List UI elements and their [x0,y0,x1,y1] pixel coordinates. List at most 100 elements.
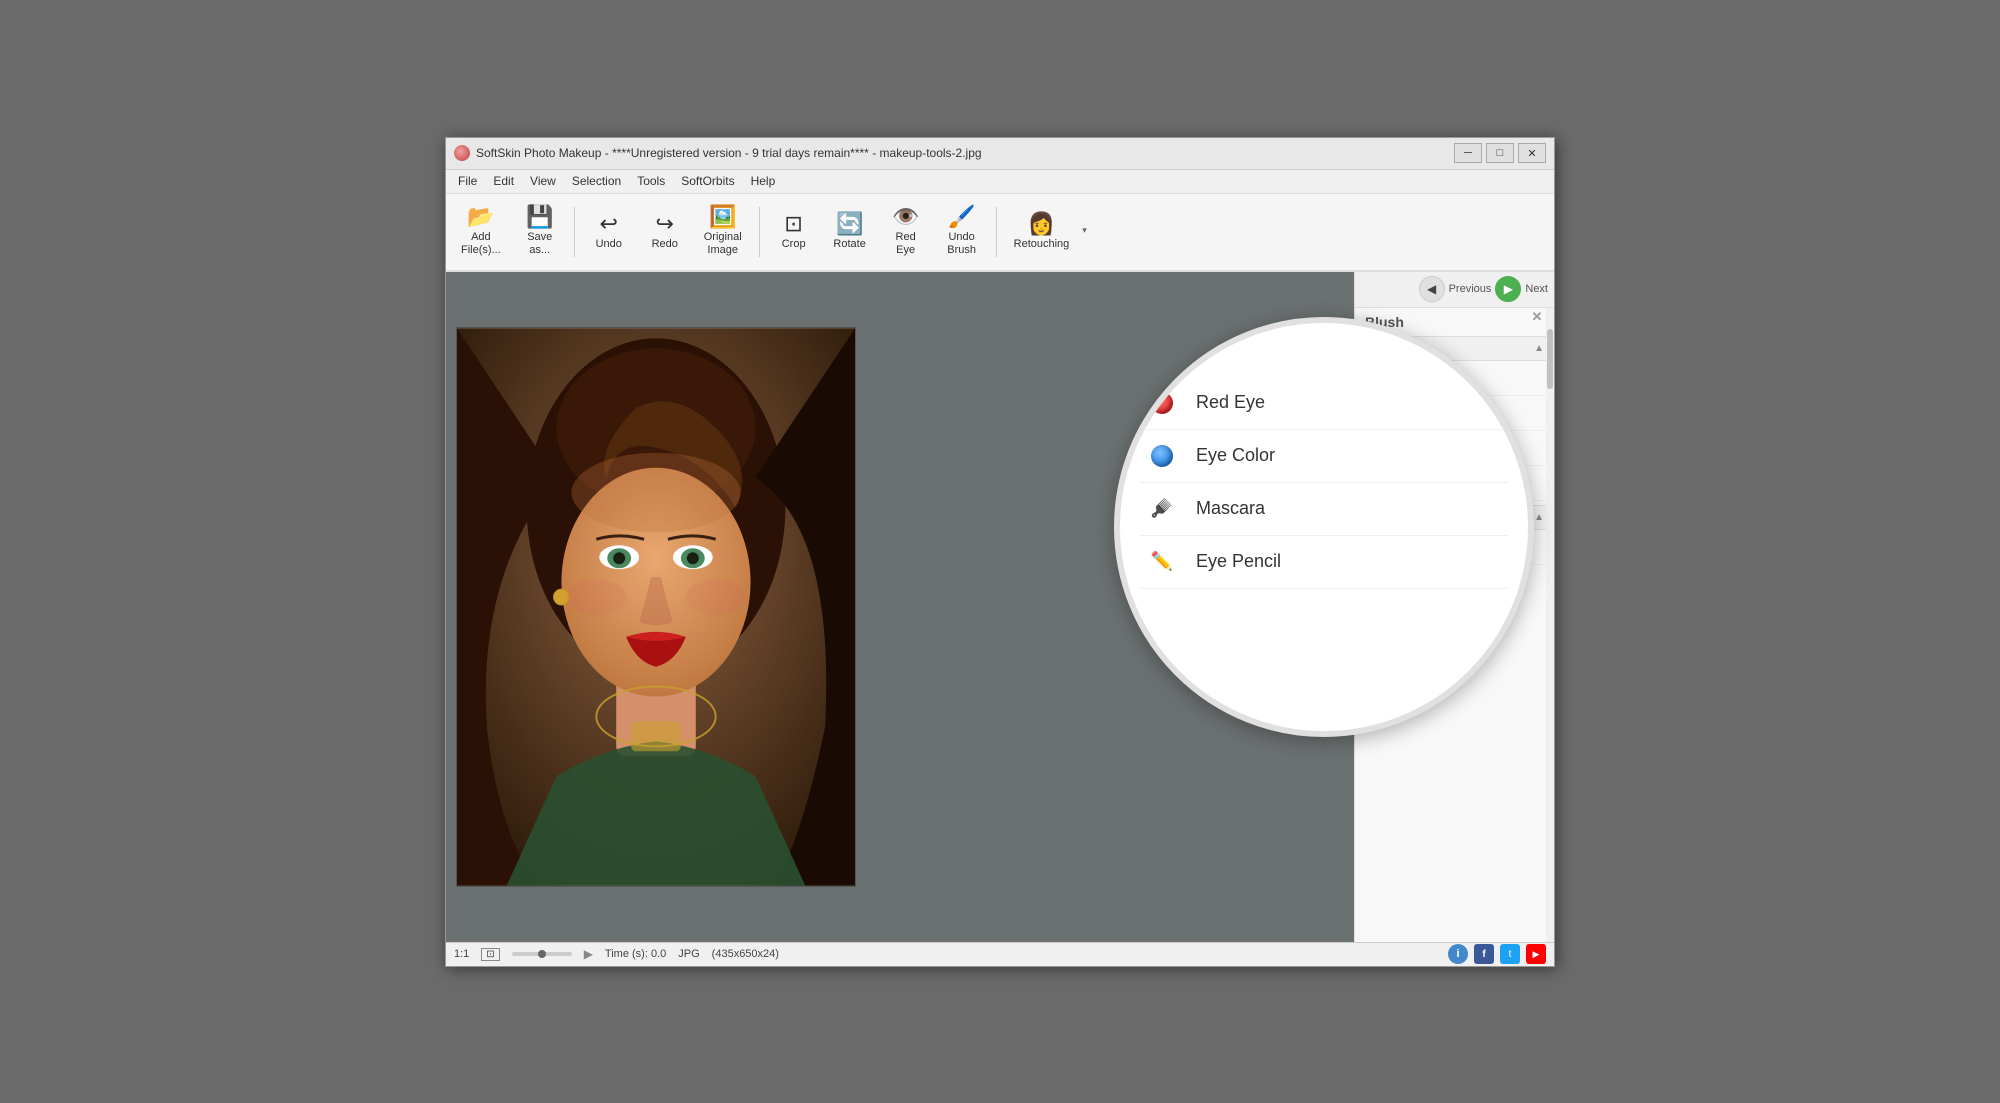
main-window: SoftSkin Photo Makeup - ****Unregistered… [445,137,1555,967]
blue-dot-icon [1151,445,1173,467]
toolbar-separator-2 [759,207,760,257]
add-files-button[interactable]: 📂 AddFile(s)... [452,199,510,265]
previous-button[interactable]: ◀ [1419,276,1445,302]
save-as-button[interactable]: 💾 Saveas... [514,199,566,265]
undo-label: Undo [596,238,622,250]
zoom-arrow-right[interactable]: ▶ [584,947,593,961]
facebook-icon-button[interactable]: f [1474,944,1494,964]
crop-icon: ⊡ [784,213,802,235]
file-format: JPG [678,948,699,960]
save-as-icon: 💾 [526,206,553,228]
retouching-button[interactable]: 👩 Retouching [1005,199,1079,265]
add-files-label: AddFile(s)... [461,231,501,257]
dimensions: (435x650x24) [712,948,779,960]
original-image-label: OriginalImage [704,231,742,257]
menu-help[interactable]: Help [743,172,784,190]
title-bar: SoftSkin Photo Makeup - ****Unregistered… [446,138,1554,170]
magnify-item-mascara[interactable]: 🪮 Mascara [1140,483,1354,536]
pencil-icon: ✏️ [1151,551,1173,572]
time-label: Time (s): 0.0 [605,948,666,960]
status-icons: i f t ▶ [1448,944,1546,964]
magnify-content: ▲ Eyes Red Eye Eye Color [1120,323,1354,731]
status-bar: 1:1 ⊡ ▶ Time (s): 0.0 JPG (435x650x24) i… [446,942,1554,966]
magnify-item-red-eye[interactable]: Red Eye [1140,377,1354,430]
app-icon [454,145,470,161]
youtube-icon-button[interactable]: ▶ [1526,944,1546,964]
photo-container [456,327,856,887]
status-zoom: 1:1 [454,948,469,960]
red-eye-icon: 👁️ [892,206,919,228]
previous-label: Previous [1449,283,1492,295]
minimize-button[interactable]: ─ [1454,143,1482,163]
main-content: ▲ Eyes Red Eye Eye Color [446,272,1554,942]
zoom-track[interactable] [512,952,572,956]
magnify-red-eye-icon [1146,387,1178,419]
panel-nav: ◀ Previous ▶ Next [1355,272,1554,308]
mascara-icon: 🪮 [1151,498,1173,519]
rotate-icon: 🔄 [836,213,863,235]
magnify-red-eye-label: Red Eye [1196,392,1265,413]
magnify-item-eye-pencil[interactable]: ✏️ Eye Pencil [1140,536,1354,589]
close-panel-button[interactable]: ✕ [1528,308,1546,326]
undo-brush-button[interactable]: 🖌️ UndoBrush [936,199,988,265]
panel-scrollbar[interactable] [1546,308,1554,942]
retouching-label: Retouching [1014,238,1070,250]
crop-label: Crop [782,238,806,250]
rotate-label: Rotate [833,238,865,250]
title-bar-left: SoftSkin Photo Makeup - ****Unregistered… [454,145,982,161]
zoom-level: 1:1 [454,948,469,960]
fit-view-button[interactable]: ⊡ [481,948,499,961]
magnify-eye-color-icon [1146,440,1178,472]
toolbar-separator-3 [996,207,997,257]
rotate-button[interactable]: 🔄 Rotate [824,199,876,265]
original-image-icon: 🖼️ [709,206,736,228]
save-as-label: Saveas... [527,231,552,257]
magnify-eye-color-label: Eye Color [1196,445,1275,466]
window-title: SoftSkin Photo Makeup - ****Unregistered… [476,146,982,160]
redo-button[interactable]: ↪ Redo [639,199,691,265]
menu-bar: File Edit View Selection Tools SoftOrbit… [446,170,1554,194]
magnify-overlay: ▲ Eyes Red Eye Eye Color [1114,317,1354,737]
magnify-eye-pencil-icon: ✏️ [1146,546,1178,578]
menu-softorbits[interactable]: SoftOrbits [673,172,742,190]
magnify-item-eye-color[interactable]: Eye Color [1140,430,1354,483]
undo-icon: ↩ [600,213,618,235]
magnify-mascara-label: Mascara [1196,498,1265,519]
red-eye-button[interactable]: 👁️ RedEye [880,199,932,265]
eyes-section-arrow: ▲ [1534,343,1544,354]
toolbar-separator-1 [574,207,575,257]
original-image-button[interactable]: 🖼️ OriginalImage [695,199,751,265]
undo-brush-icon: 🖌️ [948,206,975,228]
retouching-icon: 👩 [1028,213,1055,235]
undo-brush-label: UndoBrush [947,231,976,257]
retouching-dropdown-arrow[interactable]: ▾ [1082,225,1087,236]
red-eye-label: RedEye [896,231,916,257]
info-icon-button[interactable]: i [1448,944,1468,964]
twitter-icon-button[interactable]: t [1500,944,1520,964]
menu-file[interactable]: File [450,172,485,190]
red-dot-icon [1151,392,1173,414]
zoom-thumb[interactable] [538,950,546,958]
redo-icon: ↪ [656,213,674,235]
photo-image [457,328,855,886]
view-mode-icon: ⊡ [481,948,499,961]
menu-tools[interactable]: Tools [629,172,673,190]
undo-button[interactable]: ↩ Undo [583,199,635,265]
photo-area: ▲ Eyes Red Eye Eye Color [446,272,1354,942]
next-button[interactable]: ▶ [1495,276,1521,302]
magnify-mascara-icon: 🪮 [1146,493,1178,525]
crop-button[interactable]: ⊡ Crop [768,199,820,265]
close-button[interactable]: ✕ [1518,143,1546,163]
menu-selection[interactable]: Selection [564,172,629,190]
add-files-icon: 📂 [467,206,494,228]
toolbar: 📂 AddFile(s)... 💾 Saveas... ↩ Undo ↪ Red… [446,194,1554,272]
magnify-eye-pencil-label: Eye Pencil [1196,551,1281,572]
next-label: Next [1525,283,1548,295]
menu-edit[interactable]: Edit [485,172,522,190]
magnify-section-title: Eyes [1140,339,1354,365]
mouth-section-arrow: ▲ [1534,512,1544,523]
panel-scrollbar-thumb[interactable] [1547,329,1553,389]
redo-label: Redo [652,238,678,250]
menu-view[interactable]: View [522,172,564,190]
maximize-button[interactable]: □ [1486,143,1514,163]
